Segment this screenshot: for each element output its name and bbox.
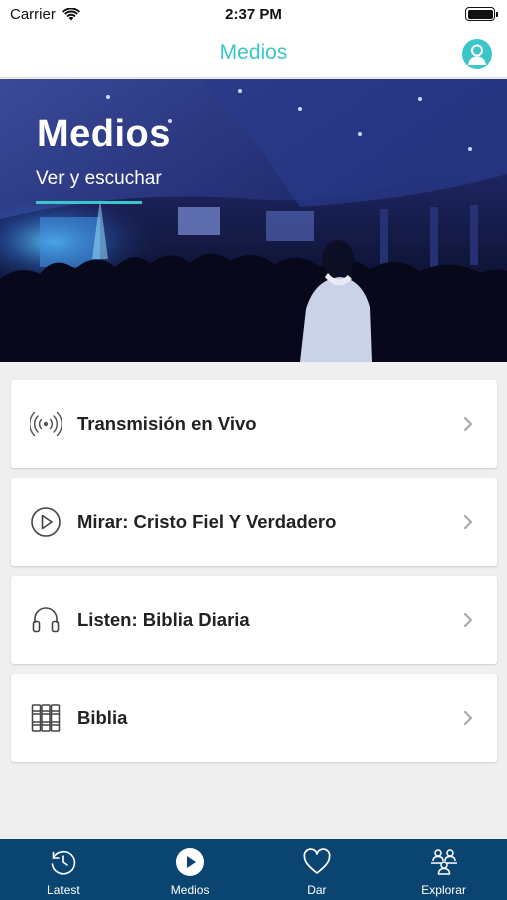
page-title: Medios [219,40,288,64]
hero-subtitle: Ver y escuchar [36,168,162,189]
tab-dar[interactable]: Dar [254,839,381,900]
people-icon [430,849,457,875]
tab-label: Medios [170,883,210,897]
menu-item-label: Biblia [77,707,128,728]
wifi-icon [61,7,80,20]
nav-bar: Medios [0,28,507,78]
profile-button[interactable] [462,39,492,69]
play-circle-icon [176,848,205,876]
user-icon [468,44,486,65]
play-circle-icon [30,506,62,538]
battery-icon [465,7,498,21]
menu-item-label: Mirar: Cristo Fiel Y Verdadero [77,511,337,532]
tab-medios[interactable]: Medios [127,839,254,900]
hero-title: Medios [37,113,171,155]
tab-label: Dar [307,883,327,897]
battery-fill [467,9,493,19]
menu-item-bible[interactable]: Biblia [11,674,497,762]
carrier-label: Carrier [10,5,56,23]
tab-bar: Latest Medios Dar Explorar [0,839,507,900]
live-broadcast-icon [30,408,62,440]
menu-item-live-stream[interactable]: Transmisión en Vivo [11,380,497,468]
tab-label: Latest [47,883,80,897]
tab-explorar[interactable]: Explorar [380,839,507,900]
bible-books-icon [30,702,62,734]
hero-banner: Medios Ver y escuchar [0,79,507,362]
tab-label: Explorar [421,883,466,897]
menu-item-watch[interactable]: Mirar: Cristo Fiel Y Verdadero [11,478,497,566]
status-bar: Carrier 2:37 PM [0,0,507,28]
hero-underline [36,201,142,204]
menu-item-label: Transmisión en Vivo [77,413,257,434]
chevron-right-icon [463,710,473,726]
history-icon [52,851,76,875]
chevron-right-icon [463,514,473,530]
status-left: Carrier [10,6,80,23]
menu-item-label: Listen: Biblia Diaria [77,609,250,630]
chevron-right-icon [463,612,473,628]
chevron-right-icon [463,416,473,432]
tab-latest[interactable]: Latest [0,839,127,900]
heart-icon [303,848,331,874]
headphones-icon [30,604,62,636]
menu-item-listen[interactable]: Listen: Biblia Diaria [11,576,497,664]
